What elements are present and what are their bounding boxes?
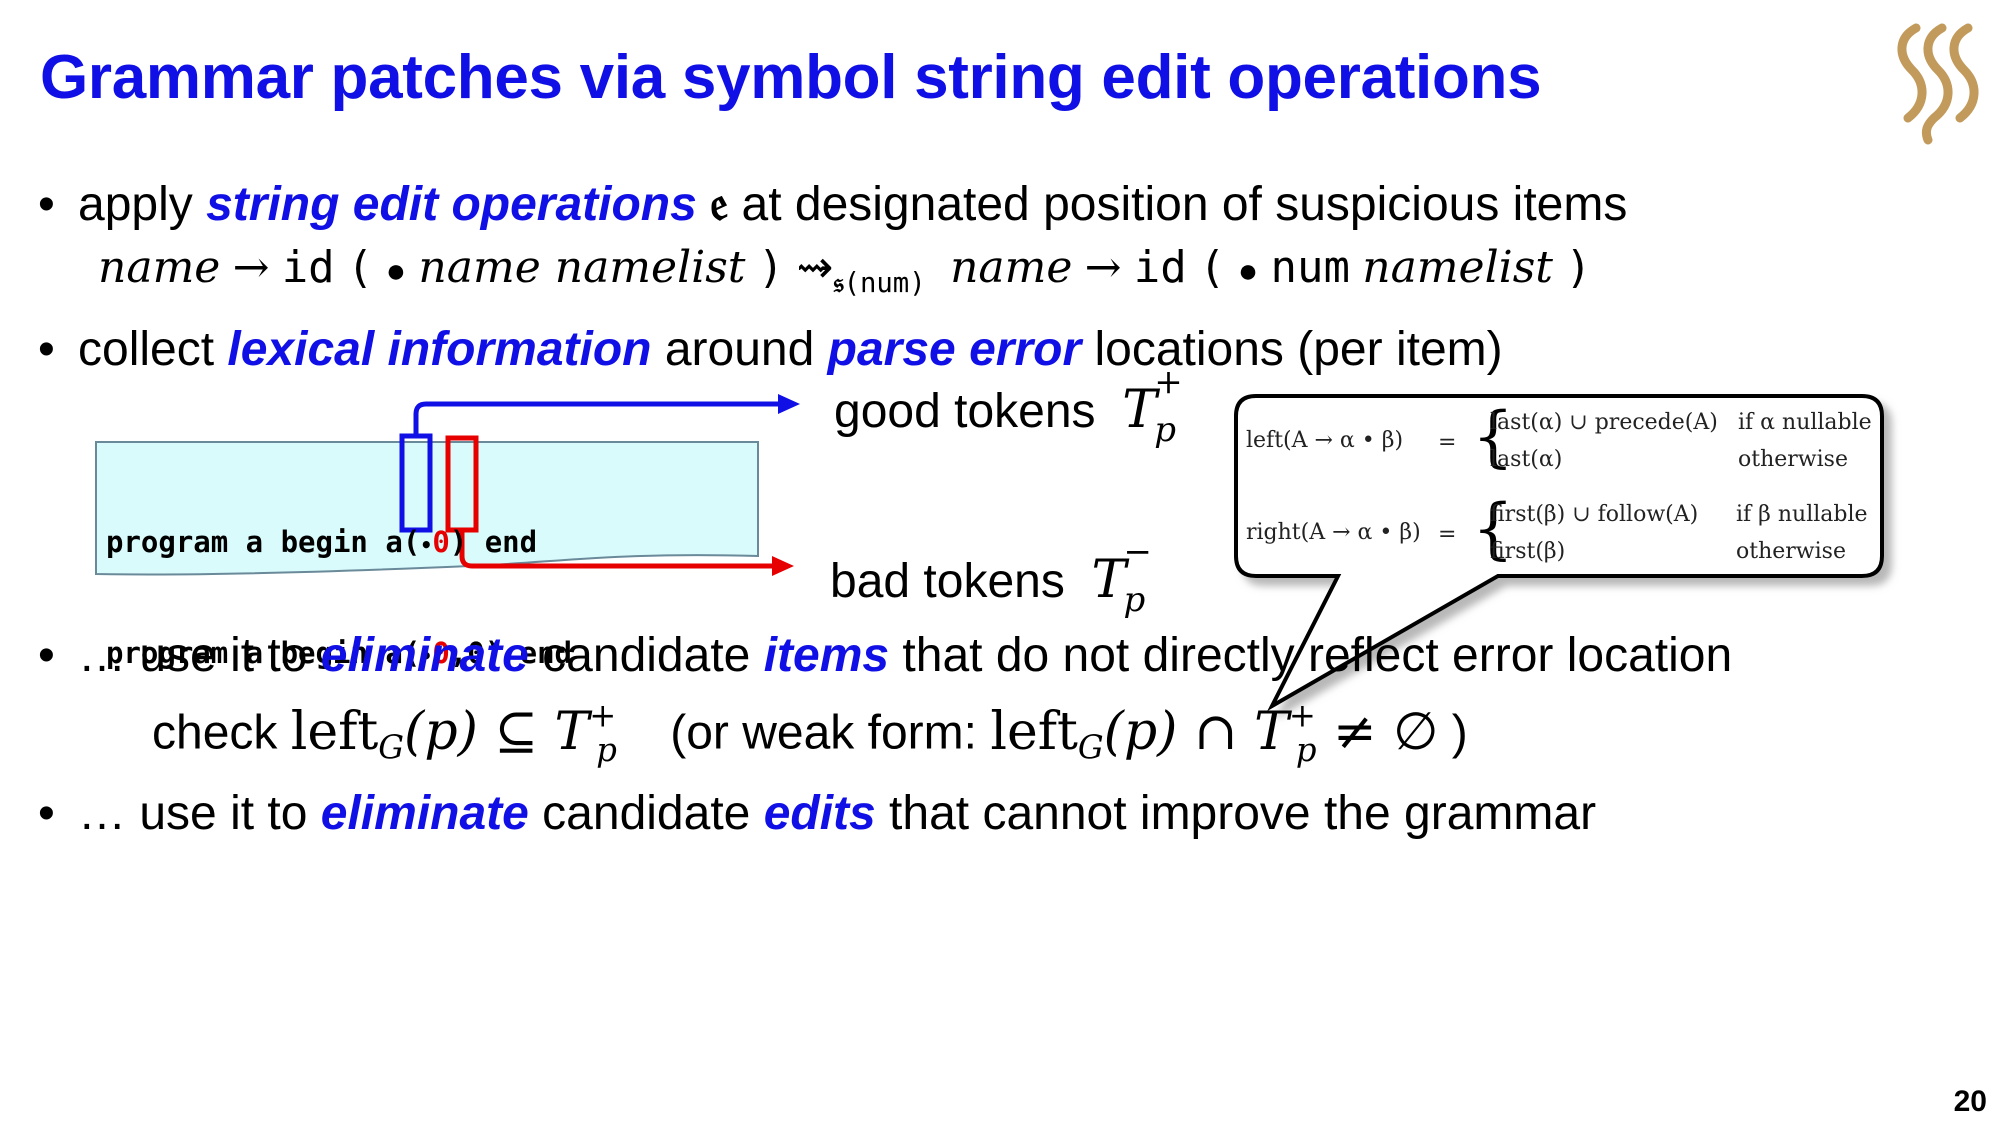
bullet-dot: • <box>38 629 55 682</box>
left-definition-lhs: left(A → α • β) <box>1246 428 1404 453</box>
callout-bubble <box>1234 394 1884 712</box>
check-formula: leftG(p) ⊆ T+p <box>290 696 617 770</box>
right-definition-lhs: right(A → α • β) <box>1246 520 1421 545</box>
check-condition: check leftG(p) ⊆ T+p (or weak form: left… <box>152 696 1468 770</box>
bullet-eliminate-items: •… use it to eliminate candidate items t… <box>38 629 1733 682</box>
left-definition-eq: = <box>1438 430 1457 455</box>
right-definition-eq: = <box>1438 522 1457 547</box>
page-number: 20 <box>1953 1085 1987 1118</box>
bullet-eliminate-edits: •… use it to eliminate candidate edits t… <box>38 787 1597 840</box>
bullet-dot: • <box>38 787 55 840</box>
weak-form-formula: leftG(p) ∩ T+p ≠ ∅ <box>990 696 1439 770</box>
